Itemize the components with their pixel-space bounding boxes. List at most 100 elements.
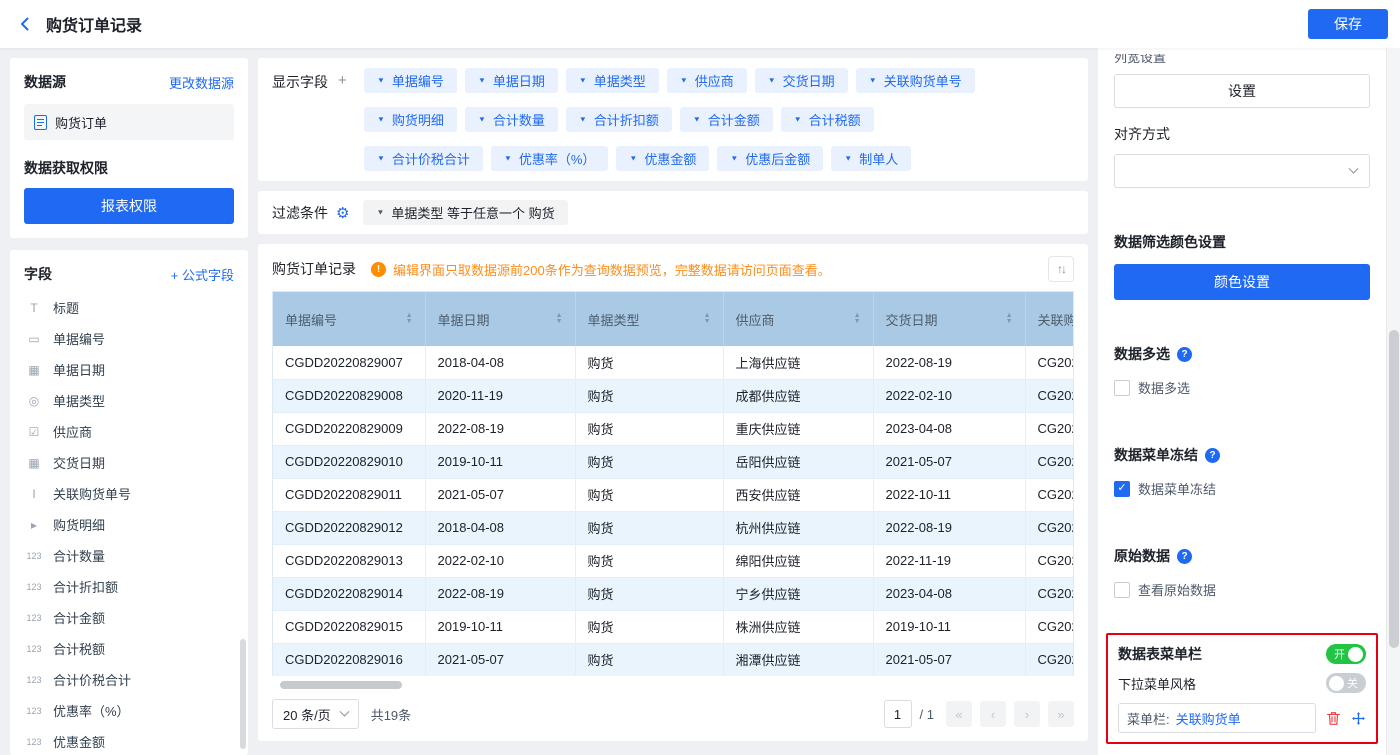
window-scrollbar-thumb[interactable]	[1389, 330, 1399, 648]
menubar-settings-highlight: 数据表菜单栏 开 下拉菜单风格 关 菜单栏: 关联购货单	[1106, 633, 1378, 744]
display-field-chip[interactable]: ▼ 合计价税合计	[364, 146, 483, 171]
multi-select-checkbox-row[interactable]: ✓ 数据多选	[1114, 378, 1370, 397]
first-page-button[interactable]: «	[946, 701, 972, 727]
display-field-chip[interactable]: ▼ 供应商	[667, 68, 747, 93]
delete-icon[interactable]	[1326, 711, 1341, 726]
chip-label: 合计税额	[809, 110, 861, 129]
next-page-button[interactable]: ›	[1014, 701, 1040, 727]
sort-arrows-icon[interactable]	[704, 313, 711, 325]
settings-button[interactable]: 设置	[1114, 74, 1370, 108]
field-item[interactable]: 123 合计折扣额	[24, 571, 234, 602]
fields-scrollbar[interactable]	[240, 639, 246, 749]
display-field-chip[interactable]: ▼ 制单人	[831, 146, 911, 171]
horizontal-scrollbar-thumb[interactable]	[280, 681, 402, 689]
sort-arrows-icon[interactable]	[854, 313, 861, 325]
main-area: 显示字段 + ▼ 单据编号 ▼ 单据日期 ▼ 单据类型 ▼ 供应商 ▼ 交货日期…	[258, 58, 1088, 755]
table-cell: CGDD20220829010	[273, 445, 425, 478]
field-item[interactable]: I 关联购货单号	[24, 478, 234, 509]
table-row: CGDD202208290082020-11-19购货成都供应链2022-02-…	[273, 379, 1074, 412]
datasource-item[interactable]: 购货订单	[24, 104, 234, 140]
menubar-name-field[interactable]: 菜单栏: 关联购货单	[1118, 703, 1316, 733]
page-size-select[interactable]: 20 条/页	[272, 699, 359, 729]
field-item[interactable]: ▭ 单据编号	[24, 323, 234, 354]
table-column-header[interactable]: 供应商	[723, 292, 873, 346]
sort-arrows-icon[interactable]	[556, 313, 563, 325]
display-field-chip[interactable]: ▼ 优惠率（%）	[491, 146, 608, 171]
add-display-field-button[interactable]: +	[338, 72, 347, 92]
display-field-chip[interactable]: ▼ 合计金额	[680, 107, 773, 132]
chip-label: 制单人	[859, 149, 898, 168]
table-column-header[interactable]: 交货日期	[873, 292, 1025, 346]
gear-icon[interactable]: ⚙	[336, 204, 349, 222]
last-page-button[interactable]: »	[1048, 701, 1074, 727]
field-item[interactable]: 123 优惠率（%）	[24, 695, 234, 726]
chevron-down-icon: ▼	[504, 154, 512, 162]
chevron-down-icon: ▼	[377, 76, 385, 84]
table-cell: 2022-08-19	[873, 511, 1025, 544]
multi-select-title: 数据多选 ?	[1114, 344, 1370, 364]
back-button[interactable]	[16, 15, 34, 33]
change-datasource-link[interactable]: 更改数据源	[169, 73, 234, 92]
display-field-chip[interactable]: ▼ 优惠后金额	[717, 146, 823, 171]
checkbox-checked[interactable]: ✓	[1114, 481, 1130, 497]
table-column-header[interactable]: 单据编号	[273, 292, 425, 346]
display-field-chip[interactable]: ▼ 合计折扣额	[566, 107, 672, 132]
report-permission-button[interactable]: 报表权限	[24, 188, 234, 224]
sort-arrows-icon[interactable]	[1006, 313, 1013, 325]
field-item[interactable]: ☑ 供应商	[24, 416, 234, 447]
chevron-down-icon: ▼	[478, 115, 486, 123]
checkbox-unchecked[interactable]: ✓	[1114, 582, 1130, 598]
align-select[interactable]	[1114, 154, 1370, 188]
field-type-icon: ▦	[24, 363, 44, 377]
field-item[interactable]: ▸ 购货明细	[24, 509, 234, 540]
display-field-chip[interactable]: ▼ 交货日期	[755, 68, 848, 93]
field-item[interactable]: T 标题	[24, 292, 234, 323]
display-field-chip[interactable]: ▼ 单据日期	[465, 68, 558, 93]
field-item[interactable]: 123 优惠金额	[24, 726, 234, 755]
table-column-header[interactable]: 关联购货单号	[1025, 292, 1074, 346]
save-button[interactable]: 保存	[1308, 9, 1388, 39]
field-item[interactable]: 123 合计数量	[24, 540, 234, 571]
display-field-chip[interactable]: ▼ 单据类型	[566, 68, 659, 93]
help-icon[interactable]: ?	[1177, 549, 1192, 564]
window-scrollbar[interactable]	[1386, 48, 1400, 755]
toggle-off-label: 关	[1347, 675, 1358, 691]
raw-data-checkbox-row[interactable]: ✓ 查看原始数据	[1114, 580, 1370, 599]
chip-label: 合计金额	[708, 110, 760, 129]
field-item[interactable]: ◎ 单据类型	[24, 385, 234, 416]
table-cell: CGDD20220829007	[273, 346, 425, 379]
menu-freeze-checkbox-row[interactable]: ✓ 数据菜单冻结	[1114, 479, 1370, 498]
table-cell: 2019-10-11	[425, 445, 575, 478]
current-page-input[interactable]: 1	[884, 700, 912, 728]
chevron-down-icon: ▼	[629, 154, 637, 162]
menubar-toggle-on[interactable]: 开	[1326, 644, 1366, 664]
checkbox-unchecked[interactable]: ✓	[1114, 380, 1130, 396]
field-item[interactable]: 123 合计金额	[24, 602, 234, 633]
field-item[interactable]: 123 合计价税合计	[24, 664, 234, 695]
display-field-chip[interactable]: ▼ 关联购货单号	[856, 68, 975, 93]
display-field-chip[interactable]: ▼ 单据编号	[364, 68, 457, 93]
page-count: / 1	[920, 707, 934, 722]
horizontal-scrollbar[interactable]	[272, 681, 1074, 689]
prev-page-button[interactable]: ‹	[980, 701, 1006, 727]
dropdown-style-toggle-off[interactable]: 关	[1326, 673, 1366, 693]
field-item[interactable]: 123 合计税额	[24, 633, 234, 664]
help-icon[interactable]: ?	[1177, 347, 1192, 362]
display-field-chip[interactable]: ▼ 合计税额	[781, 107, 874, 132]
add-formula-field-link[interactable]: + 公式字段	[171, 265, 234, 284]
sort-button[interactable]: ↑↓	[1048, 256, 1074, 282]
display-field-chip[interactable]: ▼ 购货明细	[364, 107, 457, 132]
table-column-header[interactable]: 单据类型	[575, 292, 723, 346]
display-field-chip[interactable]: ▼ 优惠金额	[616, 146, 709, 171]
display-field-chip[interactable]: ▼ 合计数量	[465, 107, 558, 132]
filter-condition-chip[interactable]: ▼ 单据类型 等于任意一个 购货	[363, 200, 567, 225]
display-field-chip-list: ▼ 单据编号 ▼ 单据日期 ▼ 单据类型 ▼ 供应商 ▼ 交货日期 ▼ 关联购货…	[364, 68, 1074, 171]
move-icon[interactable]	[1351, 711, 1366, 726]
color-settings-button[interactable]: 颜色设置	[1114, 264, 1370, 300]
sort-arrows-icon[interactable]	[406, 313, 413, 325]
chip-label: 供应商	[695, 71, 734, 90]
field-item[interactable]: ▦ 交货日期	[24, 447, 234, 478]
field-item[interactable]: ▦ 单据日期	[24, 354, 234, 385]
help-icon[interactable]: ?	[1205, 448, 1220, 463]
table-column-header[interactable]: 单据日期	[425, 292, 575, 346]
